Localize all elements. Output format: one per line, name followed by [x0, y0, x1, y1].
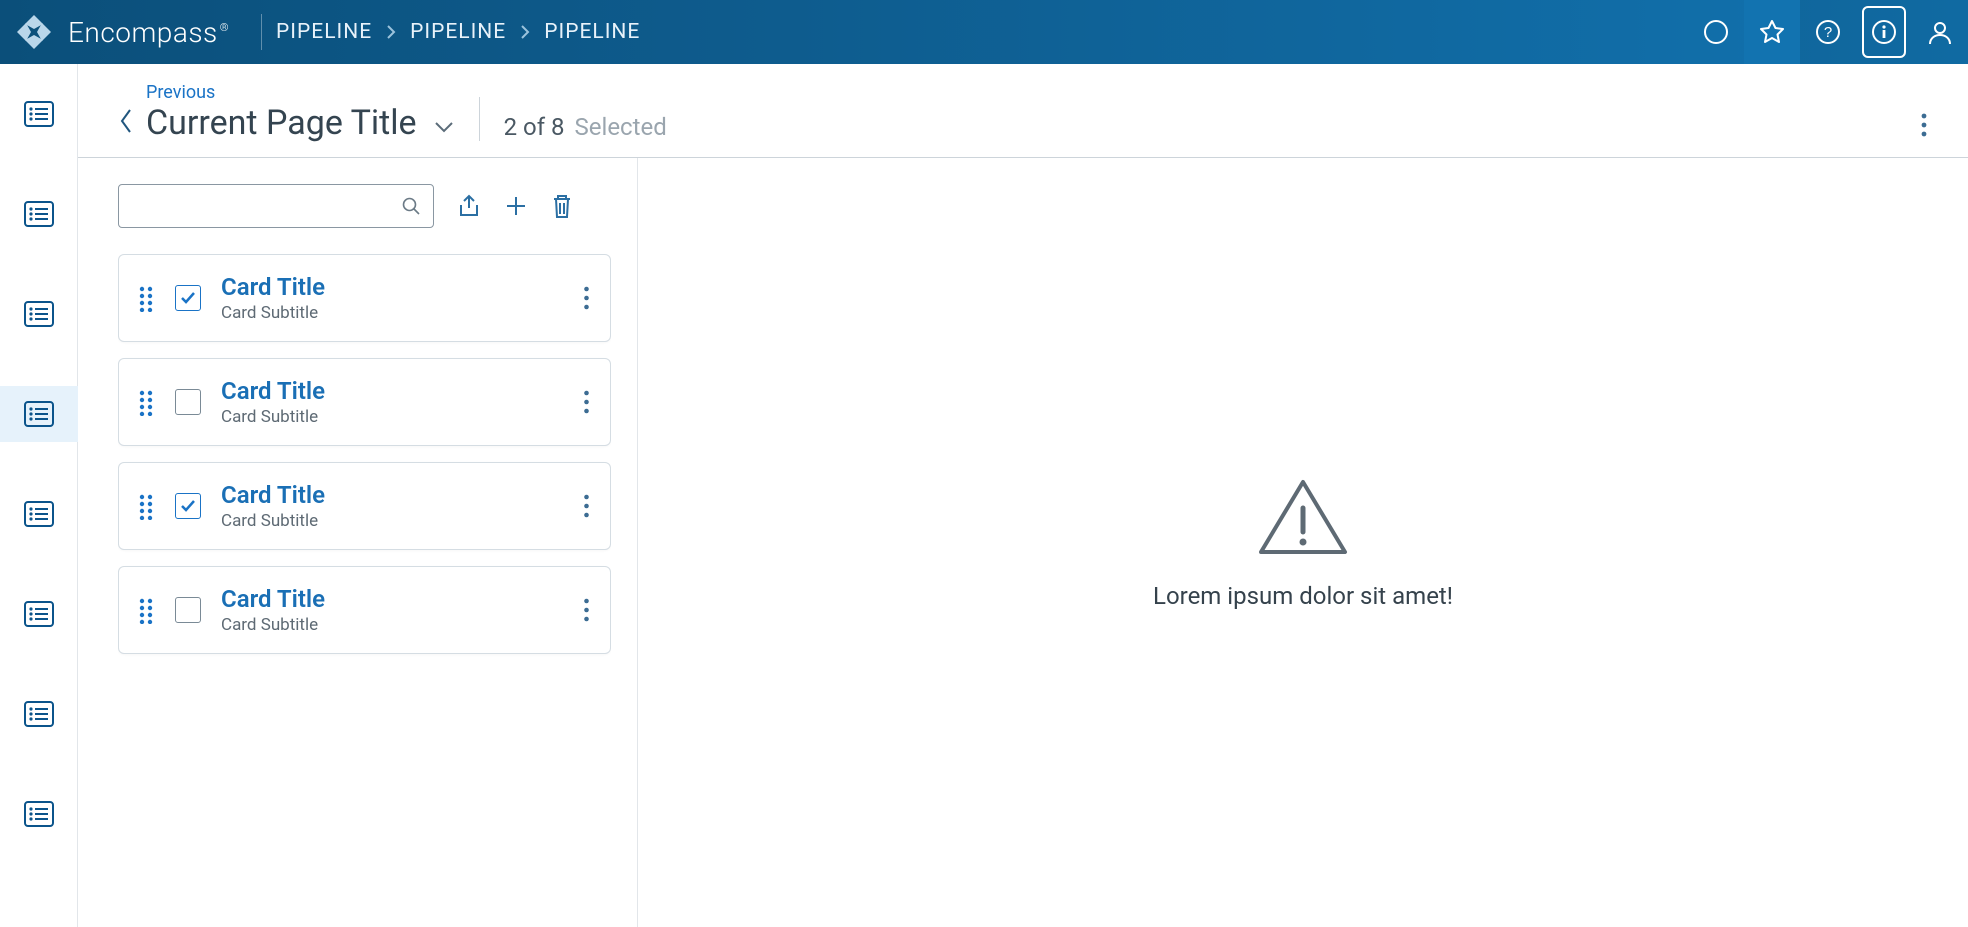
info-icon[interactable] — [1856, 0, 1912, 64]
list-icon — [24, 501, 54, 527]
breadcrumb-item[interactable]: PIPELINE — [410, 20, 506, 44]
card-title: Card Title — [221, 377, 563, 405]
search-icon[interactable] — [401, 196, 421, 216]
topbar-actions: ? — [1688, 0, 1968, 64]
brand-logo-icon — [14, 12, 54, 52]
breadcrumb-item[interactable]: PIPELINE — [544, 20, 640, 44]
rail-item[interactable] — [0, 86, 78, 142]
chevron-right-icon — [520, 24, 530, 40]
list-icon — [24, 201, 54, 227]
card-subtitle: Card Subtitle — [221, 407, 563, 427]
list-item[interactable]: Card TitleCard Subtitle — [118, 254, 611, 342]
checkbox[interactable] — [175, 493, 201, 519]
help-icon[interactable]: ? — [1800, 0, 1856, 64]
previous-link[interactable]: Previous — [146, 82, 455, 103]
card-more-icon[interactable] — [583, 597, 590, 623]
search-input[interactable] — [131, 197, 401, 215]
list-item[interactable]: Card TitleCard Subtitle — [118, 566, 611, 654]
rail-item[interactable] — [0, 386, 78, 442]
brand: Encompass® — [0, 12, 247, 52]
drag-handle-icon[interactable] — [137, 284, 155, 312]
favorite-icon[interactable] — [1744, 0, 1800, 64]
drag-handle-icon[interactable] — [137, 388, 155, 416]
list-icon — [24, 401, 54, 427]
card-title: Card Title — [221, 481, 563, 509]
card-title: Card Title — [221, 585, 563, 613]
page-header: Previous Current Page Title 2 of 8 Selec… — [78, 64, 1968, 158]
topbar-separator — [261, 14, 262, 50]
back-icon[interactable] — [118, 90, 134, 136]
card-list: Card TitleCard SubtitleCard TitleCard Su… — [118, 254, 611, 658]
card-subtitle: Card Subtitle — [221, 303, 563, 323]
export-icon[interactable] — [456, 193, 482, 219]
list-panel: Card TitleCard SubtitleCard TitleCard Su… — [118, 158, 638, 927]
title-dropdown-icon[interactable] — [433, 112, 455, 134]
page-more-icon[interactable] — [1920, 111, 1928, 139]
warning-icon — [1255, 476, 1351, 560]
checkbox[interactable] — [175, 597, 201, 623]
list-item[interactable]: Card TitleCard Subtitle — [118, 462, 611, 550]
rail-item[interactable] — [0, 186, 78, 242]
topbar: Encompass® PIPELINE PIPELINE PIPELINE ? — [0, 0, 1968, 64]
card-more-icon[interactable] — [583, 285, 590, 311]
card-more-icon[interactable] — [583, 389, 590, 415]
rail-item[interactable] — [0, 586, 78, 642]
card-title: Card Title — [221, 273, 563, 301]
svg-text:?: ? — [1824, 24, 1832, 41]
selection-count-label: Selected — [575, 113, 667, 141]
breadcrumb-item[interactable]: PIPELINE — [276, 20, 372, 44]
selection-count-value: 2 of 8 — [504, 113, 565, 141]
checkbox[interactable] — [175, 389, 201, 415]
list-toolbar — [118, 184, 611, 228]
add-icon[interactable] — [504, 194, 528, 218]
card-more-icon[interactable] — [583, 493, 590, 519]
status-circle-icon[interactable] — [1688, 0, 1744, 64]
page-title: Current Page Title — [146, 103, 417, 143]
rail-item[interactable] — [0, 286, 78, 342]
rail-item[interactable] — [0, 786, 78, 842]
main: Previous Current Page Title 2 of 8 Selec… — [78, 64, 1968, 927]
empty-state-message: Lorem ipsum dolor sit amet! — [1153, 582, 1453, 610]
search-input-wrapper[interactable] — [118, 184, 434, 228]
list-icon — [24, 801, 54, 827]
header-separator — [479, 97, 480, 141]
list-icon — [24, 101, 54, 127]
drag-handle-icon[interactable] — [137, 596, 155, 624]
list-icon — [24, 701, 54, 727]
card-subtitle: Card Subtitle — [221, 615, 563, 635]
list-icon — [24, 601, 54, 627]
list-icon — [24, 301, 54, 327]
delete-icon[interactable] — [550, 192, 574, 220]
rail-item[interactable] — [0, 486, 78, 542]
detail-panel: Lorem ipsum dolor sit amet! — [638, 158, 1968, 927]
list-item[interactable]: Card TitleCard Subtitle — [118, 358, 611, 446]
left-rail — [0, 64, 78, 927]
selection-count: 2 of 8 Selected — [504, 113, 667, 143]
chevron-right-icon — [386, 24, 396, 40]
checkbox[interactable] — [175, 285, 201, 311]
rail-item[interactable] — [0, 686, 78, 742]
card-subtitle: Card Subtitle — [221, 511, 563, 531]
brand-name: Encompass® — [68, 16, 229, 49]
breadcrumb: PIPELINE PIPELINE PIPELINE — [276, 20, 640, 44]
user-icon[interactable] — [1912, 0, 1968, 64]
drag-handle-icon[interactable] — [137, 492, 155, 520]
